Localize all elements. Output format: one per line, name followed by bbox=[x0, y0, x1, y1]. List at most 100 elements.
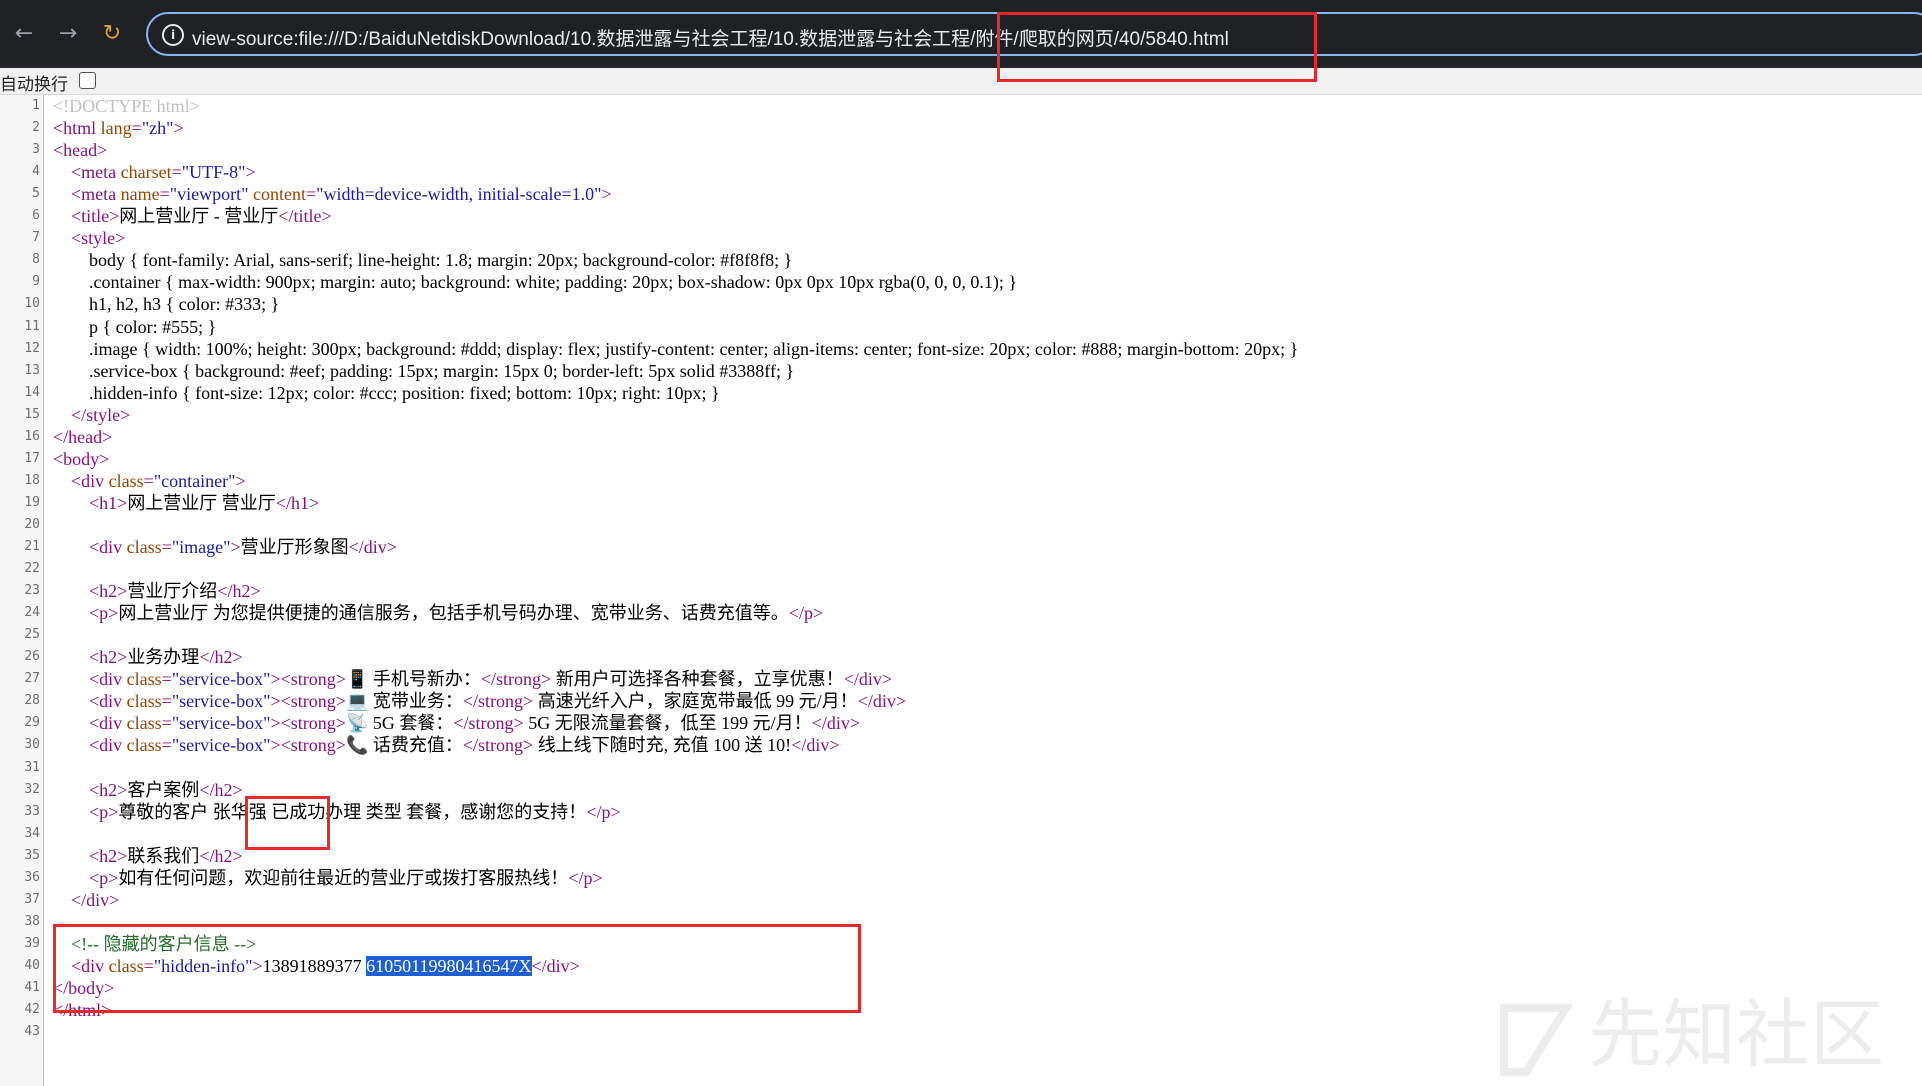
line-source: <div class="service-box"><strong>📱 手机号新办… bbox=[53, 668, 892, 690]
code-token: > bbox=[173, 118, 184, 139]
source-line: 17 <body> bbox=[0, 448, 1922, 470]
line-source: body { font-family: Arial, sans-serif; l… bbox=[53, 249, 792, 271]
line-source: <body> bbox=[53, 448, 109, 470]
line-number: 15 bbox=[24, 406, 40, 422]
source-line: 3 <head> bbox=[0, 139, 1922, 161]
source-line: 14 .hidden-info { font-size: 12px; color… bbox=[0, 382, 1922, 404]
line-number: 35 bbox=[24, 847, 40, 863]
code-token: <p> bbox=[89, 867, 119, 888]
line-number: 9 bbox=[32, 274, 40, 290]
line-source: <div class="service-box"><strong>💻 宽带业务：… bbox=[53, 690, 906, 712]
code-token: class bbox=[126, 713, 162, 734]
code-token: lang bbox=[100, 118, 132, 139]
code-token: <div bbox=[89, 669, 127, 690]
code-token: <!DOCTYPE html> bbox=[53, 96, 200, 116]
code-token: </p> bbox=[568, 867, 603, 888]
annotation-name-box bbox=[245, 796, 330, 850]
code-token: class bbox=[126, 537, 162, 557]
line-number: 3 bbox=[32, 142, 40, 158]
code-token: 💻 宽带业务： bbox=[345, 691, 463, 712]
source-line: 5 <meta name="viewport" content="width=d… bbox=[0, 183, 1922, 205]
line-number: 13 bbox=[24, 362, 40, 378]
code-token: </div> bbox=[843, 669, 892, 690]
watermark-logo-icon bbox=[1500, 1004, 1574, 1077]
reload-icon[interactable]: ↻ bbox=[96, 18, 128, 50]
code-token: <div bbox=[89, 713, 127, 734]
source-line: 27 <div class="service-box"><strong>📱 手机… bbox=[0, 668, 1922, 690]
code-token: "image" bbox=[171, 537, 231, 557]
line-source: <html lang="zh"> bbox=[53, 117, 184, 139]
line-number: 23 bbox=[24, 583, 40, 599]
code-token: 📞 话费充值： bbox=[345, 735, 463, 756]
forward-icon[interactable]: → bbox=[52, 18, 84, 50]
line-number: 25 bbox=[24, 627, 40, 643]
code-token: .image { width: 100%; height: 300px; bac… bbox=[53, 338, 1299, 359]
code-token: </div> bbox=[71, 889, 120, 910]
line-source: </div> bbox=[53, 889, 119, 911]
line-number: 8 bbox=[32, 252, 40, 268]
code-token: "width=device-width, initial-scale=1.0" bbox=[316, 184, 602, 205]
code-token: > bbox=[601, 184, 612, 205]
annotation-url-box bbox=[997, 12, 1317, 82]
code-token: 业务办理 bbox=[127, 647, 200, 668]
line-number: 16 bbox=[24, 428, 40, 444]
code-token: "service-box" bbox=[171, 691, 271, 712]
back-icon[interactable]: ← bbox=[8, 18, 40, 50]
source-line: 37 </div> bbox=[0, 889, 1922, 911]
line-source: .service-box { background: #eef; padding… bbox=[53, 360, 794, 382]
code-token: ><strong> bbox=[270, 735, 346, 756]
source-line: 9 .container { max-width: 900px; margin:… bbox=[0, 271, 1922, 293]
code-token: <div bbox=[89, 691, 127, 712]
code-token: ><strong> bbox=[270, 669, 346, 690]
line-number: 19 bbox=[24, 494, 40, 510]
line-wrap-checkbox[interactable] bbox=[79, 72, 96, 89]
code-token: <h2> bbox=[89, 779, 128, 800]
line-number: 30 bbox=[24, 737, 40, 753]
code-token: <head> bbox=[53, 140, 108, 161]
line-number: 34 bbox=[24, 825, 40, 841]
line-number: 41 bbox=[24, 980, 40, 995]
code-token: 营业厅介绍 bbox=[127, 581, 218, 602]
code-token: "viewport" bbox=[169, 184, 249, 205]
line-source: <!DOCTYPE html> bbox=[53, 95, 200, 117]
code-token: charset bbox=[120, 162, 172, 183]
line-source: <meta charset="UTF-8"> bbox=[53, 161, 256, 183]
line-source: p { color: #555; } bbox=[53, 316, 216, 338]
source-line: 29 <div class="service-box"><strong>📡 5G… bbox=[0, 712, 1922, 734]
line-source: <div class="image">营业厅形象图</div> bbox=[53, 536, 397, 558]
code-token: name bbox=[120, 184, 160, 205]
code-token: class bbox=[126, 669, 162, 690]
code-token: <div bbox=[71, 470, 109, 491]
watermark-text: 先知社区 bbox=[1588, 992, 1884, 1078]
browser-toolbar: ← → ↻ i view-source:file:///D:/BaiduNetd… bbox=[0, 0, 1922, 68]
source-line: 7 <style> bbox=[0, 227, 1922, 249]
code-token: "service-box" bbox=[171, 735, 271, 756]
code-token: "container" bbox=[153, 470, 236, 491]
code-token: p { color: #555; } bbox=[53, 316, 217, 337]
site-info-icon[interactable]: i bbox=[162, 24, 184, 46]
code-token: "UTF-8" bbox=[181, 162, 246, 183]
source-line: 24 <p>网上营业厅 为您提供便捷的通信服务，包括手机号码办理、宽带业务、话费… bbox=[0, 602, 1922, 624]
code-token: 新用户可选择各种套餐，立享优惠！ bbox=[551, 669, 844, 690]
line-number: 27 bbox=[24, 671, 40, 687]
code-token: </strong> bbox=[462, 691, 534, 712]
code-token: <html bbox=[53, 118, 101, 139]
source-line: 18 <div class="container"> bbox=[0, 470, 1922, 492]
line-number: 17 bbox=[24, 450, 40, 466]
line-number: 11 bbox=[24, 318, 40, 334]
line-number: 28 bbox=[24, 693, 40, 709]
code-token: <style> bbox=[71, 228, 126, 249]
line-source: .hidden-info { font-size: 12px; color: #… bbox=[53, 382, 720, 404]
code-token: 网上营业厅 - 营业厅 bbox=[119, 206, 279, 227]
source-line: 20 bbox=[0, 514, 1922, 536]
code-token: ><strong> bbox=[270, 713, 346, 734]
code-token: "zh" bbox=[141, 118, 174, 139]
code-token: <h2> bbox=[89, 647, 128, 668]
